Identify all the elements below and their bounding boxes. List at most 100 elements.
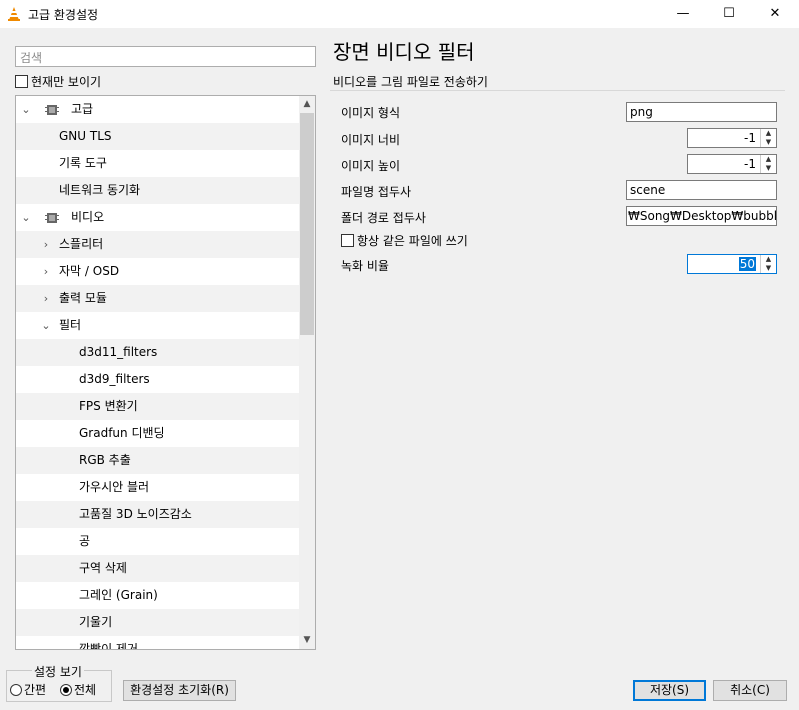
tree-item-label: 깜빡이 제거 [79, 642, 139, 650]
tree-item-label: 고급 [71, 102, 94, 116]
replace-label: 항상 같은 파일에 쓰기 [357, 234, 468, 248]
width-spinbox[interactable]: -1 ▲ ▼ [687, 128, 777, 148]
spin-up-icon[interactable]: ▲ [761, 129, 776, 138]
tree-item-label: 기록 도구 [59, 156, 107, 170]
height-spinbox[interactable]: -1 ▲ ▼ [687, 154, 777, 174]
chevron-right-icon[interactable]: › [40, 258, 52, 285]
format-label: 이미지 형식 [341, 106, 401, 120]
save-button[interactable]: 저장(S) [633, 680, 706, 701]
spin-arrows[interactable]: ▲ ▼ [760, 129, 776, 147]
spin-down-icon[interactable]: ▼ [761, 164, 776, 173]
checkbox-box[interactable] [15, 75, 28, 88]
tree-item[interactable]: FPS 변환기 [16, 393, 300, 420]
tree-item-label: FPS 변환기 [79, 399, 138, 413]
spin-up-icon[interactable]: ▲ [761, 255, 776, 264]
ratio-label: 녹화 비율 [341, 259, 389, 273]
tree-item[interactable]: ⌄ 고급 [16, 96, 300, 123]
all-radio[interactable]: 전체 [60, 681, 96, 698]
tree-item[interactable]: › 출력 모듈 [16, 285, 300, 312]
preferences-tree[interactable]: ⌄ 고급 GNU TLS 기록 도구네트워크 동기화 ⌄ 비디오 › 스플리터 › 자막 / OS… [15, 95, 316, 650]
format-field[interactable]: png [626, 102, 777, 122]
chevron-right-icon[interactable]: › [40, 231, 52, 258]
tree-item-label: 고품질 3D 노이즈감소 [79, 507, 192, 521]
only-current-checkbox[interactable]: 현재만 보이기 [15, 73, 101, 90]
simple-label: 간편 [24, 683, 47, 697]
divider [330, 90, 785, 91]
spin-arrows[interactable]: ▲ ▼ [760, 155, 776, 173]
spin-down-icon[interactable]: ▼ [761, 264, 776, 273]
view-settings-legend: 설정 보기 [32, 663, 84, 680]
radio-circle[interactable] [60, 683, 72, 696]
all-label: 전체 [74, 683, 97, 697]
tree-item-label: 그레인 (Grain) [79, 588, 158, 602]
chevron-down-icon[interactable]: ⌄ [20, 96, 32, 123]
tree-item[interactable]: 공 [16, 528, 300, 555]
scroll-up-icon[interactable]: ▲ [299, 96, 315, 113]
panel-title: 장면 비디오 필터 [333, 40, 475, 64]
tree-item[interactable]: GNU TLS [16, 123, 300, 150]
tree-scrollbar[interactable]: ▲ ▼ [299, 96, 315, 649]
checkbox-box[interactable] [341, 234, 354, 247]
tree-item-label: 스플리터 [59, 237, 104, 251]
scroll-down-icon[interactable]: ▼ [299, 632, 315, 649]
chevron-right-icon[interactable]: › [40, 285, 52, 312]
window-title: 고급 환경설정 [28, 8, 99, 22]
tree-item[interactable]: 가우시안 블러 [16, 474, 300, 501]
ratio-spinbox[interactable]: 50 ▲ ▼ [687, 254, 777, 274]
tree-item[interactable]: Gradfun 디밴딩 [16, 420, 300, 447]
replace-checkbox[interactable]: 항상 같은 파일에 쓰기 [341, 232, 468, 249]
minimize-button[interactable]: — [660, 0, 706, 28]
spin-down-icon[interactable]: ▼ [761, 138, 776, 147]
tree-item[interactable]: 깜빡이 제거 [16, 636, 300, 650]
width-label: 이미지 너비 [341, 133, 401, 147]
tree-item-label: 기울기 [79, 615, 113, 629]
tree-item[interactable]: d3d9_filters [16, 366, 300, 393]
maximize-button[interactable]: ☐ [706, 0, 752, 28]
height-value: -1 [744, 157, 756, 171]
scroll-thumb[interactable] [300, 113, 314, 335]
ratio-value: 50 [738, 257, 756, 271]
tree-item[interactable]: ⌄ 필터 [16, 312, 300, 339]
tree-item-label: 필터 [59, 318, 82, 332]
tree-item[interactable]: d3d11_filters [16, 339, 300, 366]
tree-item[interactable]: 구역 삭제 [16, 555, 300, 582]
simple-radio[interactable]: 간편 [10, 681, 46, 698]
width-value: -1 [744, 131, 756, 145]
tree-item-label: 비디오 [71, 210, 105, 224]
panel-subtitle: 비디오를 그림 파일로 전송하기 [333, 75, 488, 89]
tree-item[interactable]: RGB 추출 [16, 447, 300, 474]
chevron-down-icon[interactable]: ⌄ [20, 204, 32, 231]
close-button[interactable]: ✕ [752, 0, 798, 28]
tree-item-label: 구역 삭제 [79, 561, 127, 575]
chevron-down-icon[interactable]: ⌄ [40, 312, 52, 339]
path-field[interactable]: ₩Song₩Desktop₩bubble [626, 206, 777, 226]
spin-up-icon[interactable]: ▲ [761, 155, 776, 164]
spin-arrows[interactable]: ▲ ▼ [760, 255, 776, 273]
tree-item-label: Gradfun 디밴딩 [79, 426, 165, 440]
cancel-button[interactable]: 취소(C) [713, 680, 787, 701]
tree-item[interactable]: › 자막 / OSD [16, 258, 300, 285]
reset-preferences-button[interactable]: 환경설정 초기화(R) [123, 680, 236, 701]
tree-item[interactable]: 고품질 3D 노이즈감소 [16, 501, 300, 528]
tree-item-label: 자막 / OSD [59, 264, 120, 278]
height-label: 이미지 높이 [341, 159, 401, 173]
tree-item-label: d3d9_filters [79, 372, 150, 386]
tree-item-label: GNU TLS [59, 129, 112, 143]
radio-circle[interactable] [10, 683, 22, 696]
tree-items: ⌄ 고급 GNU TLS 기록 도구네트워크 동기화 ⌄ 비디오 › 스플리터 › 자막 / OS… [16, 96, 300, 650]
path-label: 폴더 경로 접두사 [341, 211, 426, 225]
tree-item-label: RGB 추출 [79, 453, 131, 467]
tree-item[interactable]: ⌄ 비디오 [16, 204, 300, 231]
tree-item[interactable]: 그레인 (Grain) [16, 582, 300, 609]
prefix-field[interactable]: scene [626, 180, 777, 200]
tree-item[interactable]: › 스플리터 [16, 231, 300, 258]
only-current-label: 현재만 보이기 [31, 75, 102, 89]
tree-item[interactable]: 기록 도구 [16, 150, 300, 177]
tree-item-label: 가우시안 블러 [79, 480, 150, 494]
tree-item[interactable]: 네트워크 동기화 [16, 177, 300, 204]
tree-item-label: d3d11_filters [79, 345, 158, 359]
tree-item[interactable]: 기울기 [16, 609, 300, 636]
search-input[interactable]: 검색 [15, 46, 316, 67]
tree-item-label: 공 [79, 534, 91, 548]
tree-item-label: 네트워크 동기화 [59, 183, 141, 197]
